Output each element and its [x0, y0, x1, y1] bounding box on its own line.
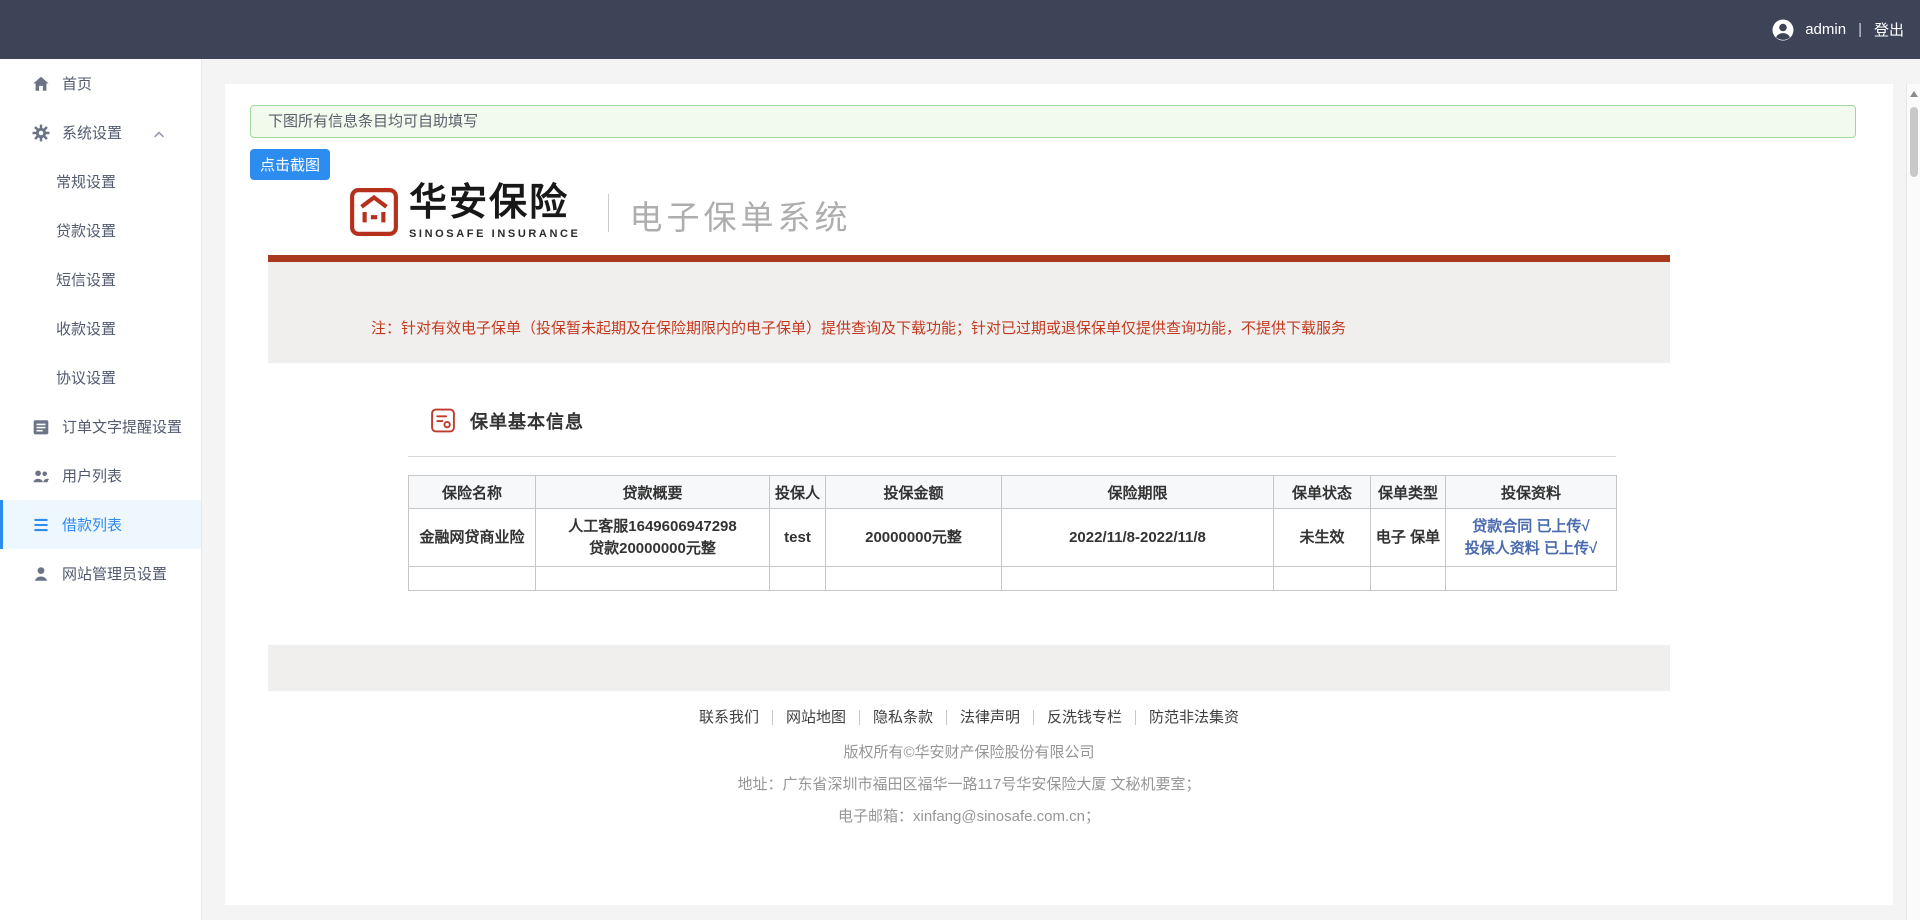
cell-amount: 20000000元整 [826, 509, 1002, 567]
policy-table: 保险名称 贷款概要 投保人 投保金额 保险期限 保单状态 保单类型 投保资料 金… [408, 475, 1617, 591]
brand-subtitle: SINOSAFE INSURANCE [409, 228, 580, 240]
footer-copyright: 版权所有©华安财产保险股份有限公司 [268, 741, 1670, 762]
col-header: 保单状态 [1274, 476, 1371, 509]
sidebar-item-label: 系统设置 [62, 122, 122, 143]
table-header-row: 保险名称 贷款概要 投保人 投保金额 保险期限 保单状态 保单类型 投保资料 [409, 476, 1617, 509]
cell-policyholder: test [770, 509, 826, 567]
scrollbar[interactable] [1906, 84, 1920, 920]
policy-info-panel: 保单基本信息 保险名称 贷款概要 投保人 投保金额 保 [268, 363, 1670, 645]
policy-note: 注：针对有效电子保单（投保暂未起期及在保险期限内的电子保单）提供查询及下载功能；… [268, 262, 1670, 363]
section-underline [408, 456, 1616, 457]
col-header: 保单类型 [1371, 476, 1446, 509]
topbar: admin | 登出 [0, 0, 1920, 59]
sidebar-item-label: 短信设置 [56, 269, 116, 290]
logout-link[interactable]: 登出 [1874, 19, 1904, 40]
avatar-icon [1771, 18, 1795, 42]
footer-links: 联系我们 网站地图 隐私条款 法律声明 反洗钱专栏 防范非法集资 [686, 707, 1252, 727]
sidebar-item-sms-settings[interactable]: 短信设置 [0, 255, 201, 304]
sidebar-item-label: 贷款设置 [56, 220, 116, 241]
loan-summary-line1: 人工客服1649606947298 [536, 516, 769, 538]
footer-link-legal[interactable]: 法律声明 [947, 710, 1034, 725]
col-header: 投保资料 [1446, 476, 1617, 509]
footer-link-sitemap[interactable]: 网站地图 [773, 710, 860, 725]
sidebar-item-site-admin-settings[interactable]: 网站管理员设置 [0, 549, 201, 598]
policy-page: 华安保险 SINOSAFE INSURANCE 电子保单系统 注：针对有效电子保… [268, 184, 1670, 826]
info-alert: 下图所有信息条目均可自助填写 [250, 105, 1856, 138]
section-head: 保单基本信息 [430, 407, 584, 434]
scroll-up-arrow-icon[interactable] [1910, 91, 1918, 97]
policyholder-material-link[interactable]: 投保人资料 已上传√ [1446, 538, 1616, 560]
sidebar-item-label: 收款设置 [56, 318, 116, 339]
brand-red-bar [268, 255, 1670, 262]
sidebar-item-label: 网站管理员设置 [62, 563, 167, 584]
footer-link-antifraud[interactable]: 防范非法集资 [1136, 710, 1252, 725]
order-text-icon [32, 418, 50, 436]
sidebar-item-label: 常规设置 [56, 171, 116, 192]
admin-user-icon [32, 565, 50, 583]
footer-link-contact[interactable]: 联系我们 [686, 710, 773, 725]
sidebar-item-loan-settings[interactable]: 贷款设置 [0, 206, 201, 255]
brand-name: 华安保险 [409, 184, 580, 224]
sidebar-item-user-list[interactable]: 用户列表 [0, 451, 201, 500]
loan-list-icon [32, 516, 50, 534]
col-header: 投保人 [770, 476, 826, 509]
col-header: 保险期限 [1002, 476, 1274, 509]
screenshot-button[interactable]: 点击截图 [250, 149, 330, 180]
main-content: 下图所有信息条目均可自助填写 点击截图 华安保险 SINOSAFE INSURA… [202, 59, 1920, 920]
sidebar-item-general-settings[interactable]: 常规设置 [0, 157, 201, 206]
section-title: 保单基本信息 [470, 408, 584, 434]
sidebar-item-label: 用户列表 [62, 465, 122, 486]
user-menu[interactable]: admin | 登出 [1771, 0, 1904, 59]
cell-period: 2022/11/8-2022/11/8 [1002, 509, 1274, 567]
home-icon [32, 75, 50, 93]
sidebar-item-order-text-reminder[interactable]: 订单文字提醒设置 [0, 402, 201, 451]
sinosafe-logo-icon [349, 187, 399, 237]
content-card: 下图所有信息条目均可自助填写 点击截图 华安保险 SINOSAFE INSURA… [225, 84, 1893, 905]
sidebar: 首页 系统设置 常规设置 贷款设置 短信设置 收款设置 协议设置 订单文字提醒设… [0, 59, 202, 920]
cell-materials: 贷款合同 已上传√ 投保人资料 已上传√ [1446, 509, 1617, 567]
table-row: 金融网贷商业险 人工客服1649606947298 贷款20000000元整 t… [409, 509, 1617, 567]
scrollbar-thumb[interactable] [1910, 107, 1918, 177]
brand-row: 华安保险 SINOSAFE INSURANCE 电子保单系统 [268, 184, 1670, 255]
footer-link-privacy[interactable]: 隐私条款 [860, 710, 947, 725]
cell-status: 未生效 [1274, 509, 1371, 567]
table-empty-row [409, 567, 1617, 591]
gear-icon [32, 124, 50, 142]
policy-doc-icon [430, 407, 457, 434]
col-header: 保险名称 [409, 476, 536, 509]
policy-page-body: 注：针对有效电子保单（投保暂未起期及在保险期限内的电子保单）提供查询及下载功能；… [268, 262, 1670, 691]
footer-email: 电子邮箱：xinfang@sinosafe.com.cn； [268, 805, 1670, 826]
loan-contract-link[interactable]: 贷款合同 已上传√ [1446, 516, 1616, 538]
cell-policy-type: 电子 保单 [1371, 509, 1446, 567]
policy-footer: 联系我们 网站地图 隐私条款 法律声明 反洗钱专栏 防范非法集资 版权所有©华安… [268, 691, 1670, 826]
sidebar-item-system-settings[interactable]: 系统设置 [0, 108, 201, 157]
brand-divider [608, 194, 609, 232]
sidebar-item-label: 协议设置 [56, 367, 116, 388]
sidebar-item-home[interactable]: 首页 [0, 59, 201, 108]
users-icon [32, 467, 50, 485]
topbar-separator: | [1858, 21, 1862, 38]
sidebar-item-label: 借款列表 [62, 514, 122, 535]
col-header: 投保金额 [826, 476, 1002, 509]
cell-loan-summary: 人工客服1649606947298 贷款20000000元整 [536, 509, 770, 567]
system-title: 电子保单系统 [629, 191, 851, 239]
sidebar-item-payment-settings[interactable]: 收款设置 [0, 304, 201, 353]
col-header: 贷款概要 [536, 476, 770, 509]
sidebar-item-label: 订单文字提醒设置 [62, 416, 182, 437]
cell-insurance-name: 金融网贷商业险 [409, 509, 536, 567]
footer-address: 地址：广东省深圳市福田区福华一路117号华安保险大厦 文秘机要室； [268, 773, 1670, 794]
sidebar-item-borrow-list[interactable]: 借款列表 [0, 500, 201, 549]
loan-summary-line2: 贷款20000000元整 [536, 538, 769, 560]
sidebar-item-label: 首页 [62, 73, 92, 94]
username: admin [1805, 21, 1846, 38]
chevron-up-icon [153, 126, 165, 136]
sidebar-item-agreement-settings[interactable]: 协议设置 [0, 353, 201, 402]
footer-link-aml[interactable]: 反洗钱专栏 [1034, 710, 1136, 725]
brand-text: 华安保险 SINOSAFE INSURANCE [409, 184, 580, 240]
